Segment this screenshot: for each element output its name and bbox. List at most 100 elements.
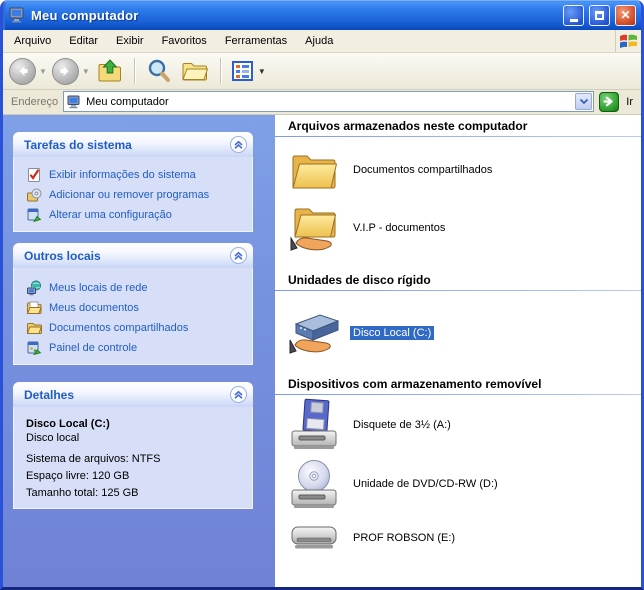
details-total-size: Tamanho total: 125 GB <box>26 487 139 499</box>
place-label: Meus locais de rede <box>49 282 148 294</box>
menu-exibir[interactable]: Exibir <box>107 32 153 50</box>
views-button[interactable] <box>230 59 255 83</box>
folders-button[interactable] <box>179 57 211 85</box>
go-arrow-icon <box>603 96 613 107</box>
address-bar: Endereço Meu computador Ir <box>3 90 641 115</box>
collapse-button[interactable] <box>230 247 247 264</box>
group-header-files: Arquivos armazenados neste computador <box>288 119 528 133</box>
folder-up-icon <box>98 59 121 82</box>
chevron-up-icon <box>234 390 243 399</box>
maximize-icon <box>595 10 604 20</box>
item-label[interactable]: Disco Local (C:) <box>350 326 435 340</box>
item-prof-robson-e[interactable]: PROF ROBSON (E:) <box>275 520 641 556</box>
minimize-icon <box>569 18 578 22</box>
address-dropdown-button[interactable] <box>575 93 593 110</box>
task-add-remove-programs[interactable]: Adicionar ou remover programas <box>26 185 246 205</box>
network-places-icon <box>27 280 41 296</box>
folder-view: Arquivos armazenados neste computador Do… <box>275 115 641 587</box>
my-documents-icon <box>26 301 42 314</box>
details-body: Disco Local (C:) Disco local Sistema de … <box>13 407 253 509</box>
details-free-space: Espaço livre: 120 GB <box>26 470 130 482</box>
forward-arrow-icon <box>60 66 69 76</box>
title-bar[interactable]: Meu computador ✕ <box>3 0 641 30</box>
go-label[interactable]: Ir <box>626 96 633 108</box>
folder-icon <box>287 150 341 190</box>
place-network[interactable]: Meus locais de rede <box>26 278 246 298</box>
details-item-name: Disco Local (C:) <box>26 418 110 430</box>
other-places-title: Outros locais <box>24 248 101 263</box>
window-content: Tarefas do sistema Exibir informações do… <box>3 115 641 587</box>
system-tasks-header[interactable]: Tarefas do sistema <box>13 132 253 157</box>
other-places-header[interactable]: Outros locais <box>13 243 253 268</box>
shared-documents-icon <box>26 323 42 334</box>
item-label[interactable]: Documentos compartilhados <box>350 163 495 177</box>
item-vip-documents[interactable]: V.I.P - documentos <box>275 203 641 253</box>
item-shared-documents[interactable]: Documentos compartilhados <box>275 146 641 194</box>
maximize-button[interactable] <box>589 4 610 26</box>
other-places-panel: Outros locais Meus locais de rede Meus d… <box>13 243 253 365</box>
menu-arquivo[interactable]: Arquivo <box>5 32 60 50</box>
folders-icon <box>182 63 209 81</box>
group-rule <box>275 290 641 291</box>
system-tasks-panel: Tarefas do sistema Exibir informações do… <box>13 132 253 232</box>
item-local-disk-c[interactable]: Disco Local (C:) <box>275 309 641 357</box>
menu-favoritos[interactable]: Favoritos <box>153 32 216 50</box>
item-label[interactable]: V.I.P - documentos <box>350 221 448 235</box>
chevron-up-icon <box>234 140 243 149</box>
go-button[interactable] <box>599 91 620 112</box>
forward-button[interactable] <box>51 57 79 85</box>
toolbar-separator <box>133 58 135 84</box>
my-computer-icon <box>9 7 26 23</box>
system-tasks-title: Tarefas do sistema <box>24 137 132 152</box>
menu-ajuda[interactable]: Ajuda <box>296 32 342 50</box>
address-value[interactable]: Meu computador <box>86 96 571 108</box>
task-change-setting[interactable]: Alterar uma configuração <box>26 205 246 225</box>
menu-editar[interactable]: Editar <box>60 32 107 50</box>
chevron-up-icon <box>234 251 243 260</box>
cd-drive-icon <box>287 457 341 511</box>
group-header-removable: Dispositivos com armazenamento removível <box>288 377 542 391</box>
forward-dropdown[interactable]: ▼ <box>82 67 90 76</box>
place-my-documents[interactable]: Meus documentos <box>26 298 246 318</box>
collapse-button[interactable] <box>230 386 247 403</box>
place-label: Documentos compartilhados <box>49 322 189 334</box>
chevron-down-icon <box>579 98 588 105</box>
item-label[interactable]: Unidade de DVD/CD-RW (D:) <box>350 477 501 491</box>
floppy-drive-icon <box>287 398 341 452</box>
close-button[interactable]: ✕ <box>615 4 636 26</box>
toolbar: ▼ ▼ ▼ <box>3 53 641 90</box>
collapse-button[interactable] <box>230 136 247 153</box>
place-label: Painel de controle <box>49 342 138 354</box>
menu-ferramentas[interactable]: Ferramentas <box>216 32 296 50</box>
task-label: Adicionar ou remover programas <box>49 189 210 201</box>
address-combobox[interactable]: Meu computador <box>63 91 595 112</box>
place-control-panel[interactable]: Painel de controle <box>26 338 246 358</box>
item-dvd-d[interactable]: Unidade de DVD/CD-RW (D:) <box>275 457 641 511</box>
place-shared-documents[interactable]: Documentos compartilhados <box>26 318 246 338</box>
my-computer-small-icon <box>67 95 82 109</box>
search-button[interactable] <box>144 56 174 86</box>
details-item-type: Disco local <box>26 432 80 444</box>
window-title: Meu computador <box>31 7 139 23</box>
back-button[interactable] <box>9 57 36 85</box>
details-file-system: Sistema de arquivos: NTFS <box>26 453 161 465</box>
task-label: Exibir informações do sistema <box>49 169 196 181</box>
item-label[interactable]: Disquete de 3½ (A:) <box>350 418 454 432</box>
details-header[interactable]: Detalhes <box>13 382 253 407</box>
system-properties-icon <box>28 168 40 182</box>
item-floppy-a[interactable]: Disquete de 3½ (A:) <box>275 398 641 452</box>
removable-drive-icon <box>287 524 341 552</box>
task-pane-sidebar: Tarefas do sistema Exibir informações do… <box>3 115 275 587</box>
group-header-hard-disks: Unidades de disco rígido <box>288 273 431 287</box>
task-view-system-info[interactable]: Exibir informações do sistema <box>26 165 246 185</box>
minimize-button[interactable] <box>563 4 584 26</box>
item-label[interactable]: PROF ROBSON (E:) <box>350 531 458 545</box>
close-icon: ✕ <box>620 8 631 22</box>
views-dropdown[interactable]: ▼ <box>258 67 266 76</box>
toolbar-separator <box>219 58 221 84</box>
system-tasks-body: Exibir informações do sistema Adicionar … <box>13 157 253 232</box>
place-label: Meus documentos <box>49 302 139 314</box>
up-button[interactable] <box>95 56 125 86</box>
explorer-window: Meu computador ✕ Arquivo Editar Exibir F… <box>0 0 644 590</box>
back-dropdown[interactable]: ▼ <box>39 67 47 76</box>
